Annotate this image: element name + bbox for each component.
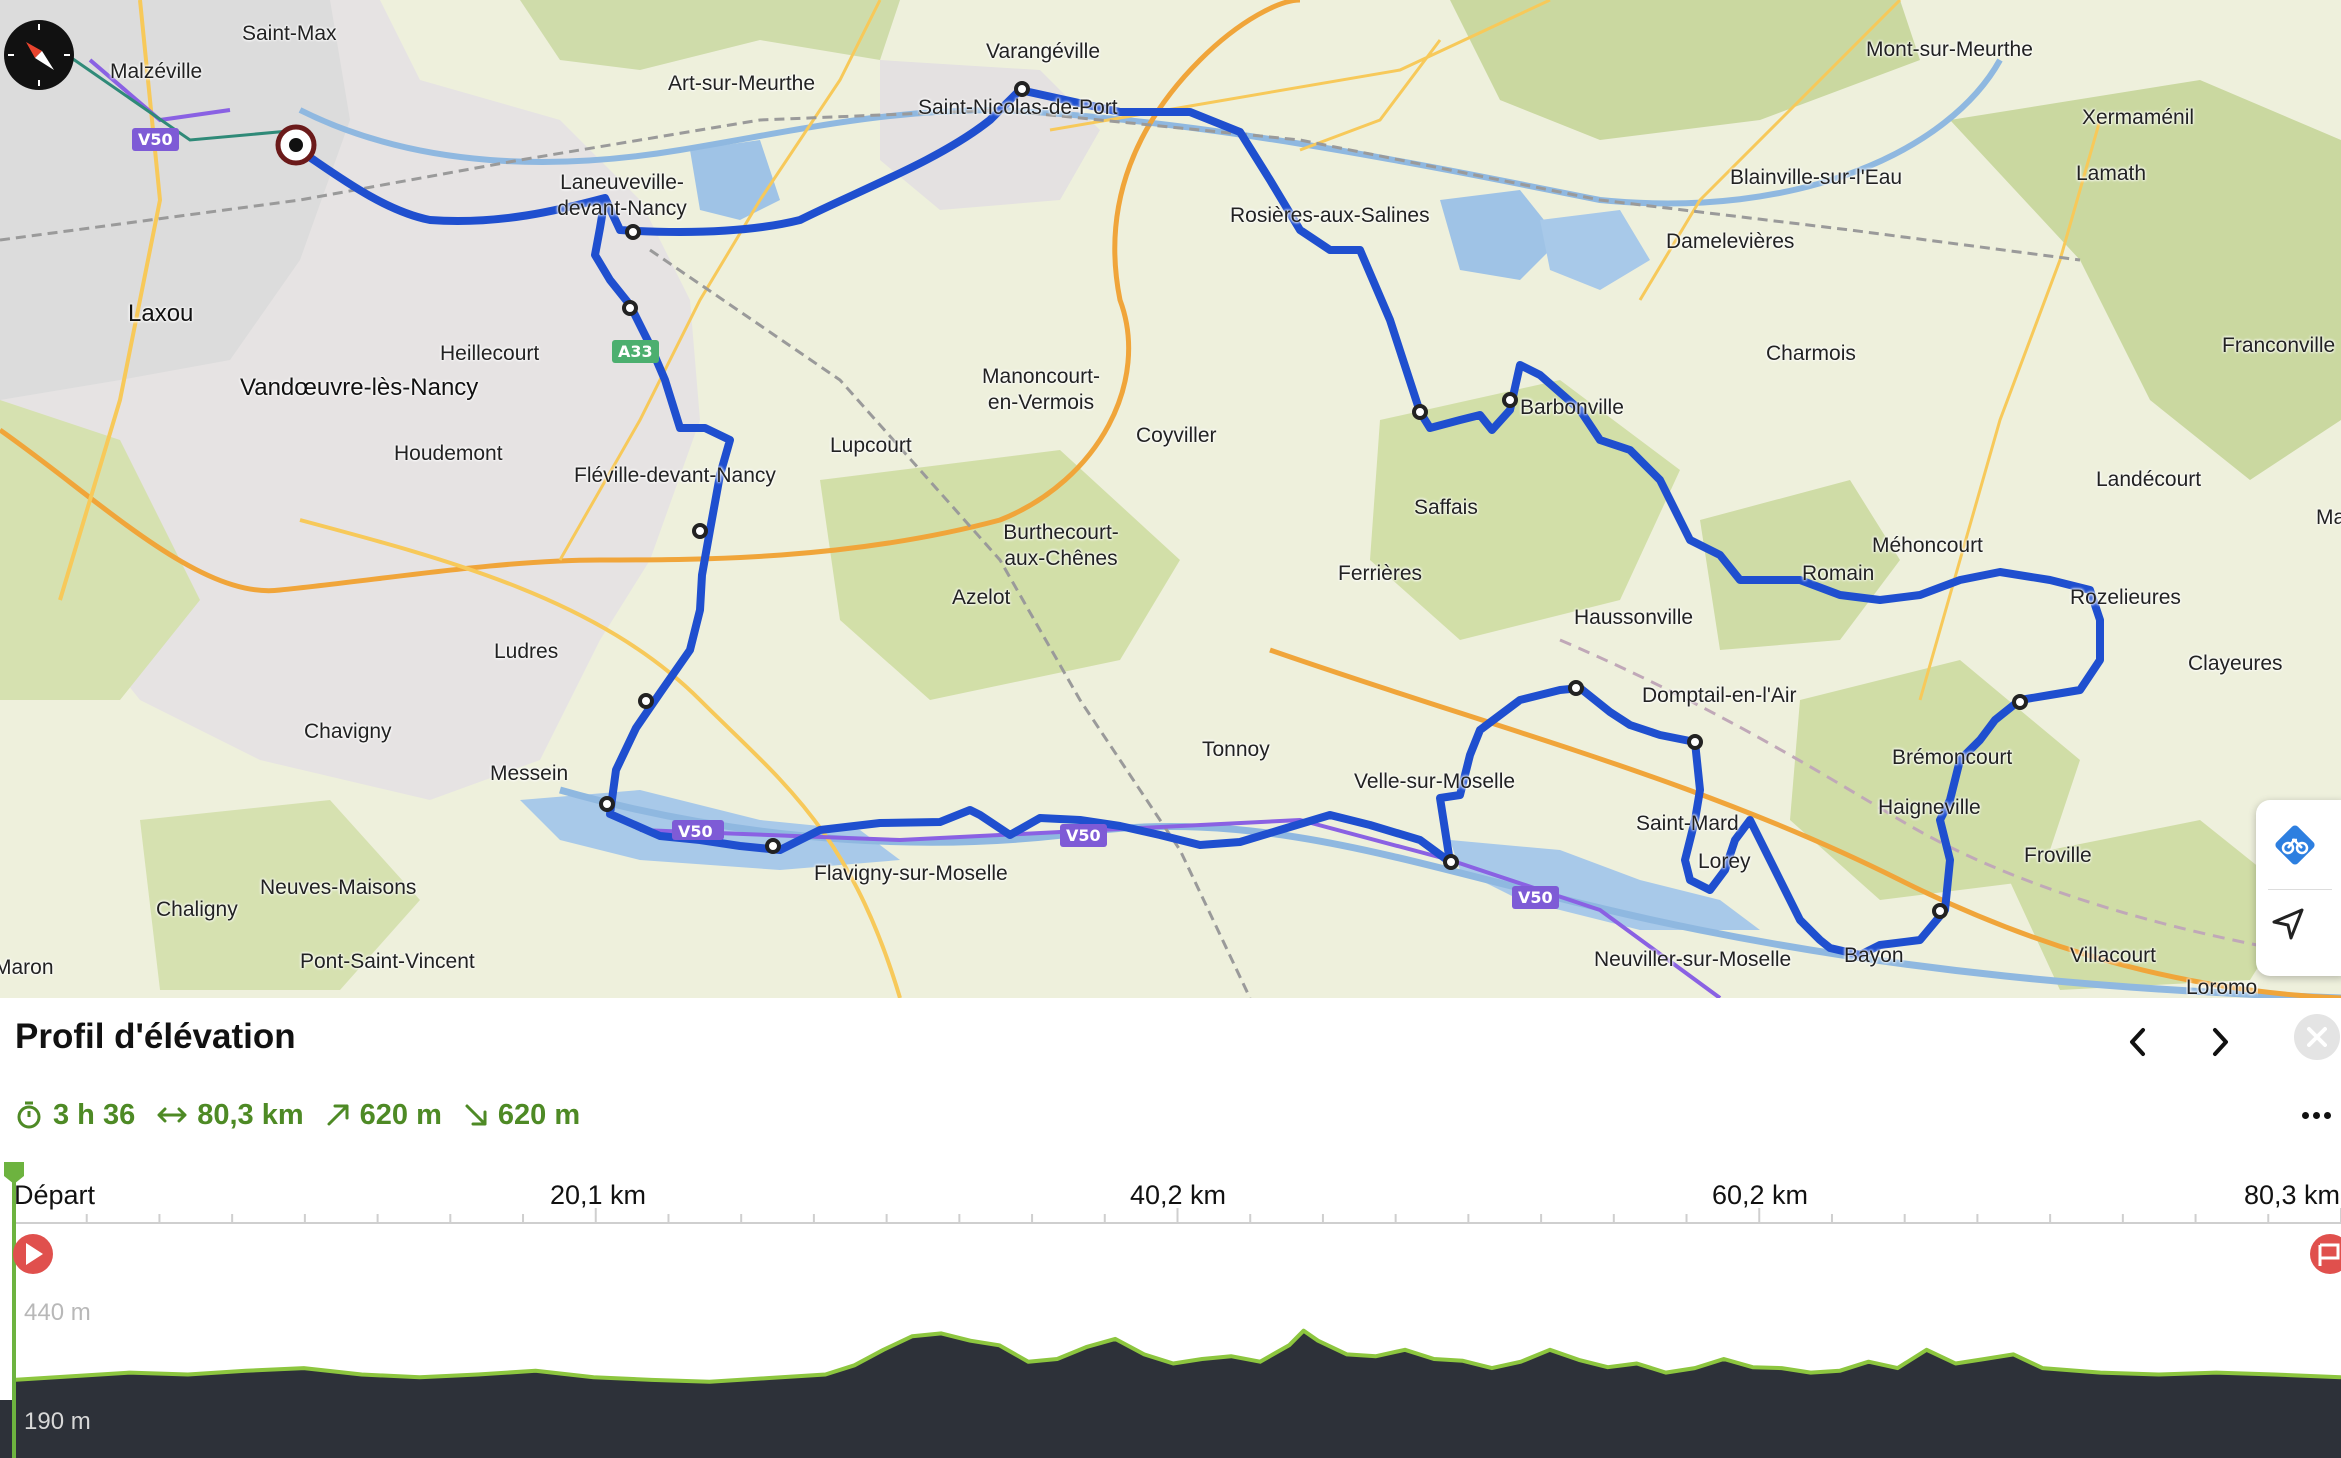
place-label: Chavigny [304, 720, 392, 743]
place-label: Messein [490, 762, 569, 785]
place-label: Xermaménil [2082, 106, 2195, 129]
place-label: Azelot [952, 586, 1011, 609]
place-label: Tonnoy [1202, 738, 1270, 761]
place-label: Mangonville [2316, 506, 2341, 529]
locate-arrow-icon[interactable] [2268, 904, 2328, 964]
divider [2268, 889, 2332, 890]
place-label: Loromontzey [2186, 976, 2258, 998]
place-label: Villacourt [2070, 944, 2156, 967]
place-label: Houdemont [394, 442, 503, 465]
place-label: Laneuveville-devant-Nancy [557, 171, 687, 220]
place-label: Ferrières [1338, 562, 1423, 585]
route-stats: 3 h 36 80,3 km 620 m 620 m [15, 1094, 580, 1136]
ascent-stat: 620 m [326, 1099, 442, 1132]
place-label: Landécourt [2096, 468, 2202, 491]
place-label: Velle-sur-Moselle [1354, 770, 1516, 793]
place-label: Laxou [128, 300, 194, 327]
place-label: Froville [2024, 844, 2092, 867]
place-label: Domptail-en-l'Air [1642, 684, 1797, 707]
place-label: Neuves-Maisons [260, 876, 417, 899]
elevation-base [0, 1400, 2341, 1458]
place-label: Heillecourt [440, 342, 540, 365]
place-label: Lamath [2076, 162, 2147, 185]
place-label: Méhoncourt [1872, 534, 1983, 557]
place-label: Art-sur-Meurthe [668, 72, 816, 95]
place-label: Pont-Saint-Vincent [300, 950, 475, 973]
place-label: Lorey [1698, 850, 1751, 873]
place-label: Neuviller-sur-Moselle [1594, 948, 1792, 971]
place-label: Rosières-aux-Salines [1230, 204, 1430, 227]
previous-button[interactable] [2118, 1022, 2158, 1062]
duration-value: 3 h 36 [53, 1098, 136, 1131]
route-badge: V50 [672, 820, 724, 840]
ascent-value: 620 m [359, 1098, 442, 1131]
place-label: Franconville [2222, 334, 2336, 357]
place-label: Chaligny [156, 898, 238, 921]
distance-arrows-icon [157, 1107, 187, 1123]
compass-icon[interactable] [2, 18, 76, 92]
next-button[interactable] [2200, 1022, 2240, 1062]
place-label: Damelevières [1666, 230, 1795, 253]
elevation-chart[interactable]: 440 m 190 m [0, 1150, 2341, 1458]
route-badge: V50 [1060, 824, 1107, 847]
route-badge: V50 [132, 128, 179, 151]
bike-route-icon[interactable] [2268, 818, 2328, 878]
descent-arrow-icon [465, 1104, 487, 1126]
y-tick-label: 440 m [24, 1299, 91, 1326]
place-label: Brémoncourt [1892, 746, 2013, 769]
distance-stat: 80,3 km [157, 1098, 304, 1132]
place-label: Lupcourt [830, 434, 912, 457]
ascent-arrow-icon [327, 1104, 349, 1126]
descent-stat: 620 m [464, 1099, 580, 1132]
elevation-area [14, 1330, 2341, 1400]
place-label: Maron [0, 956, 54, 979]
place-label: Saint-Nicolas-de-Port [918, 96, 1118, 119]
chevron-left-icon [2130, 1028, 2145, 1056]
place-label: Blainville-sur-l'Eau [1730, 166, 1903, 189]
close-icon [2307, 1027, 2327, 1047]
more-options-icon[interactable] [2296, 1100, 2336, 1130]
place-label: Coyviller [1136, 424, 1217, 447]
place-label: Burthecourt-aux-Chênes [1003, 521, 1119, 570]
place-label: Haussonville [1574, 606, 1694, 629]
place-label: Ludres [494, 640, 559, 663]
place-label: Bayon [1844, 944, 1904, 967]
duration-stat: 3 h 36 [15, 1099, 135, 1132]
chevron-right-icon [2213, 1028, 2228, 1056]
close-button[interactable] [2294, 1014, 2340, 1060]
finish-marker-icon [2310, 1234, 2341, 1274]
place-label: Varangéville [986, 40, 1101, 63]
route-badge: A33 [612, 340, 659, 363]
place-label: Flavigny-sur-Moselle [814, 862, 1008, 885]
place-label: Fléville-devant-Nancy [574, 464, 776, 487]
place-label: Mont-sur-Meurthe [1866, 38, 2033, 61]
place-label: Saint-Mard [1636, 812, 1739, 835]
place-label: Vandœuvre-lès-Nancy [240, 374, 479, 401]
place-label: Haigneville [1878, 796, 1981, 819]
place-label: Clayeures [2188, 652, 2283, 675]
place-label: Charmois [1766, 342, 1856, 365]
place-label: Barbonville [1520, 396, 1624, 419]
distance-value: 80,3 km [197, 1098, 304, 1131]
place-label: Saffais [1414, 496, 1478, 519]
map-canvas[interactable] [0, 0, 2341, 998]
place-label: Manoncourt-en-Vermois [982, 365, 1100, 414]
descent-value: 620 m [497, 1098, 581, 1131]
stopwatch-icon [17, 1101, 41, 1129]
panel-title: Profil d'élévation [15, 1017, 296, 1056]
route-badge: V50 [1512, 886, 1559, 909]
place-label: Saint-Max [242, 22, 337, 45]
map-view[interactable]: Saint-Max Malzéville Art-sur-Meurthe Var… [0, 0, 2341, 998]
place-label: Romain [1802, 562, 1875, 585]
map-controls [2256, 800, 2341, 976]
place-label: Malzéville [110, 60, 203, 83]
place-label: Rozelieures [2070, 586, 2181, 609]
y-tick-label: 190 m [24, 1408, 91, 1435]
cursor-handle-icon[interactable] [4, 1162, 24, 1184]
start-marker-icon [13, 1234, 53, 1274]
